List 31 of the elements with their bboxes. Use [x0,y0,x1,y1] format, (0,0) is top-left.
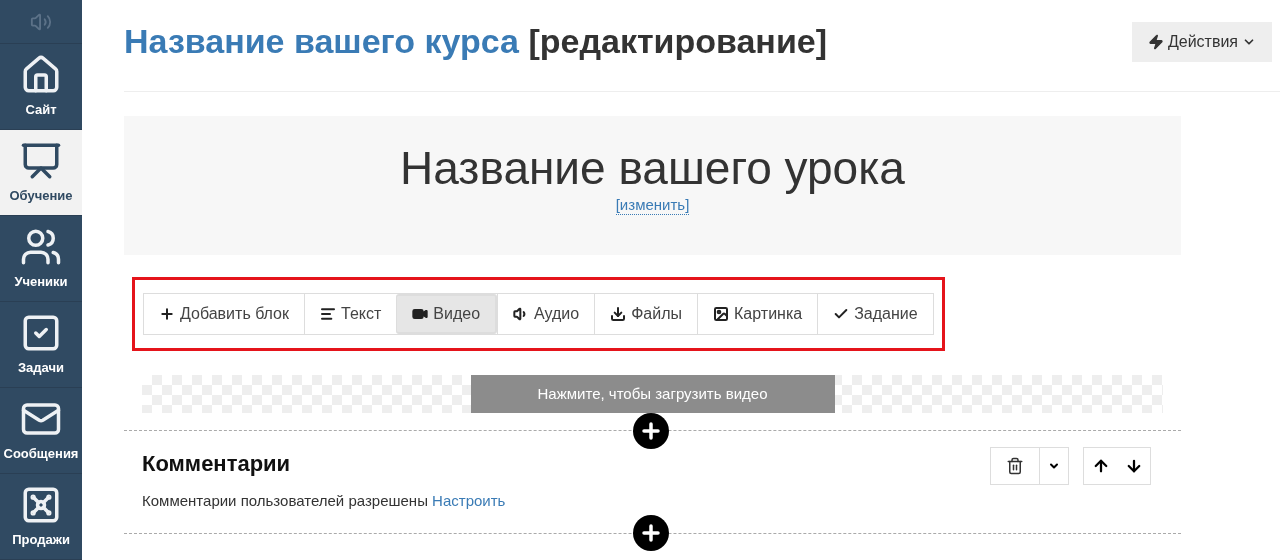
add-block-button[interactable] [633,413,669,449]
add-block-button[interactable] [633,515,669,551]
lightning-icon [1147,34,1164,50]
download-icon [610,306,627,322]
comments-title: Комментарии [142,450,292,478]
comments-status: Комментарии пользователей разрешены Настроить [142,491,506,511]
sidebar-item[interactable]: Обучение [0,130,82,217]
edit-link[interactable]: [изменить] [615,196,690,215]
image-icon [713,306,730,322]
sidebar-item[interactable]: Задачи [0,302,82,389]
edit-status: [редактирование] [528,22,828,60]
course-title: Название вашего курса [124,22,519,60]
lesson-title: Название вашего урока [400,141,905,196]
sidebar-label: Задачи [17,358,65,377]
plus-icon [639,419,663,443]
text-lines-icon [320,306,336,322]
sidebar-item[interactable]: Ученики [0,216,82,303]
sidebar-label: Сообщения [3,444,79,463]
sidebar-item[interactable]: Сообщения [0,388,82,475]
sidebar-label: Ученики [14,273,68,291]
configure-link[interactable]: Настроить [432,492,506,509]
toolbar-button[interactable]: Видео [396,294,498,334]
trash-icon [1006,457,1024,475]
video-camera-icon [412,306,429,322]
plus-icon [639,521,663,545]
sidebar-item[interactable]: Продажи [0,474,82,560]
plus-icon [159,306,175,322]
sidebar-label: Сайт [25,101,57,120]
sidebar-label: Продажи [12,530,70,549]
actions-button[interactable]: Действия [1131,22,1272,62]
sidebar-label: Обучение [9,187,73,206]
